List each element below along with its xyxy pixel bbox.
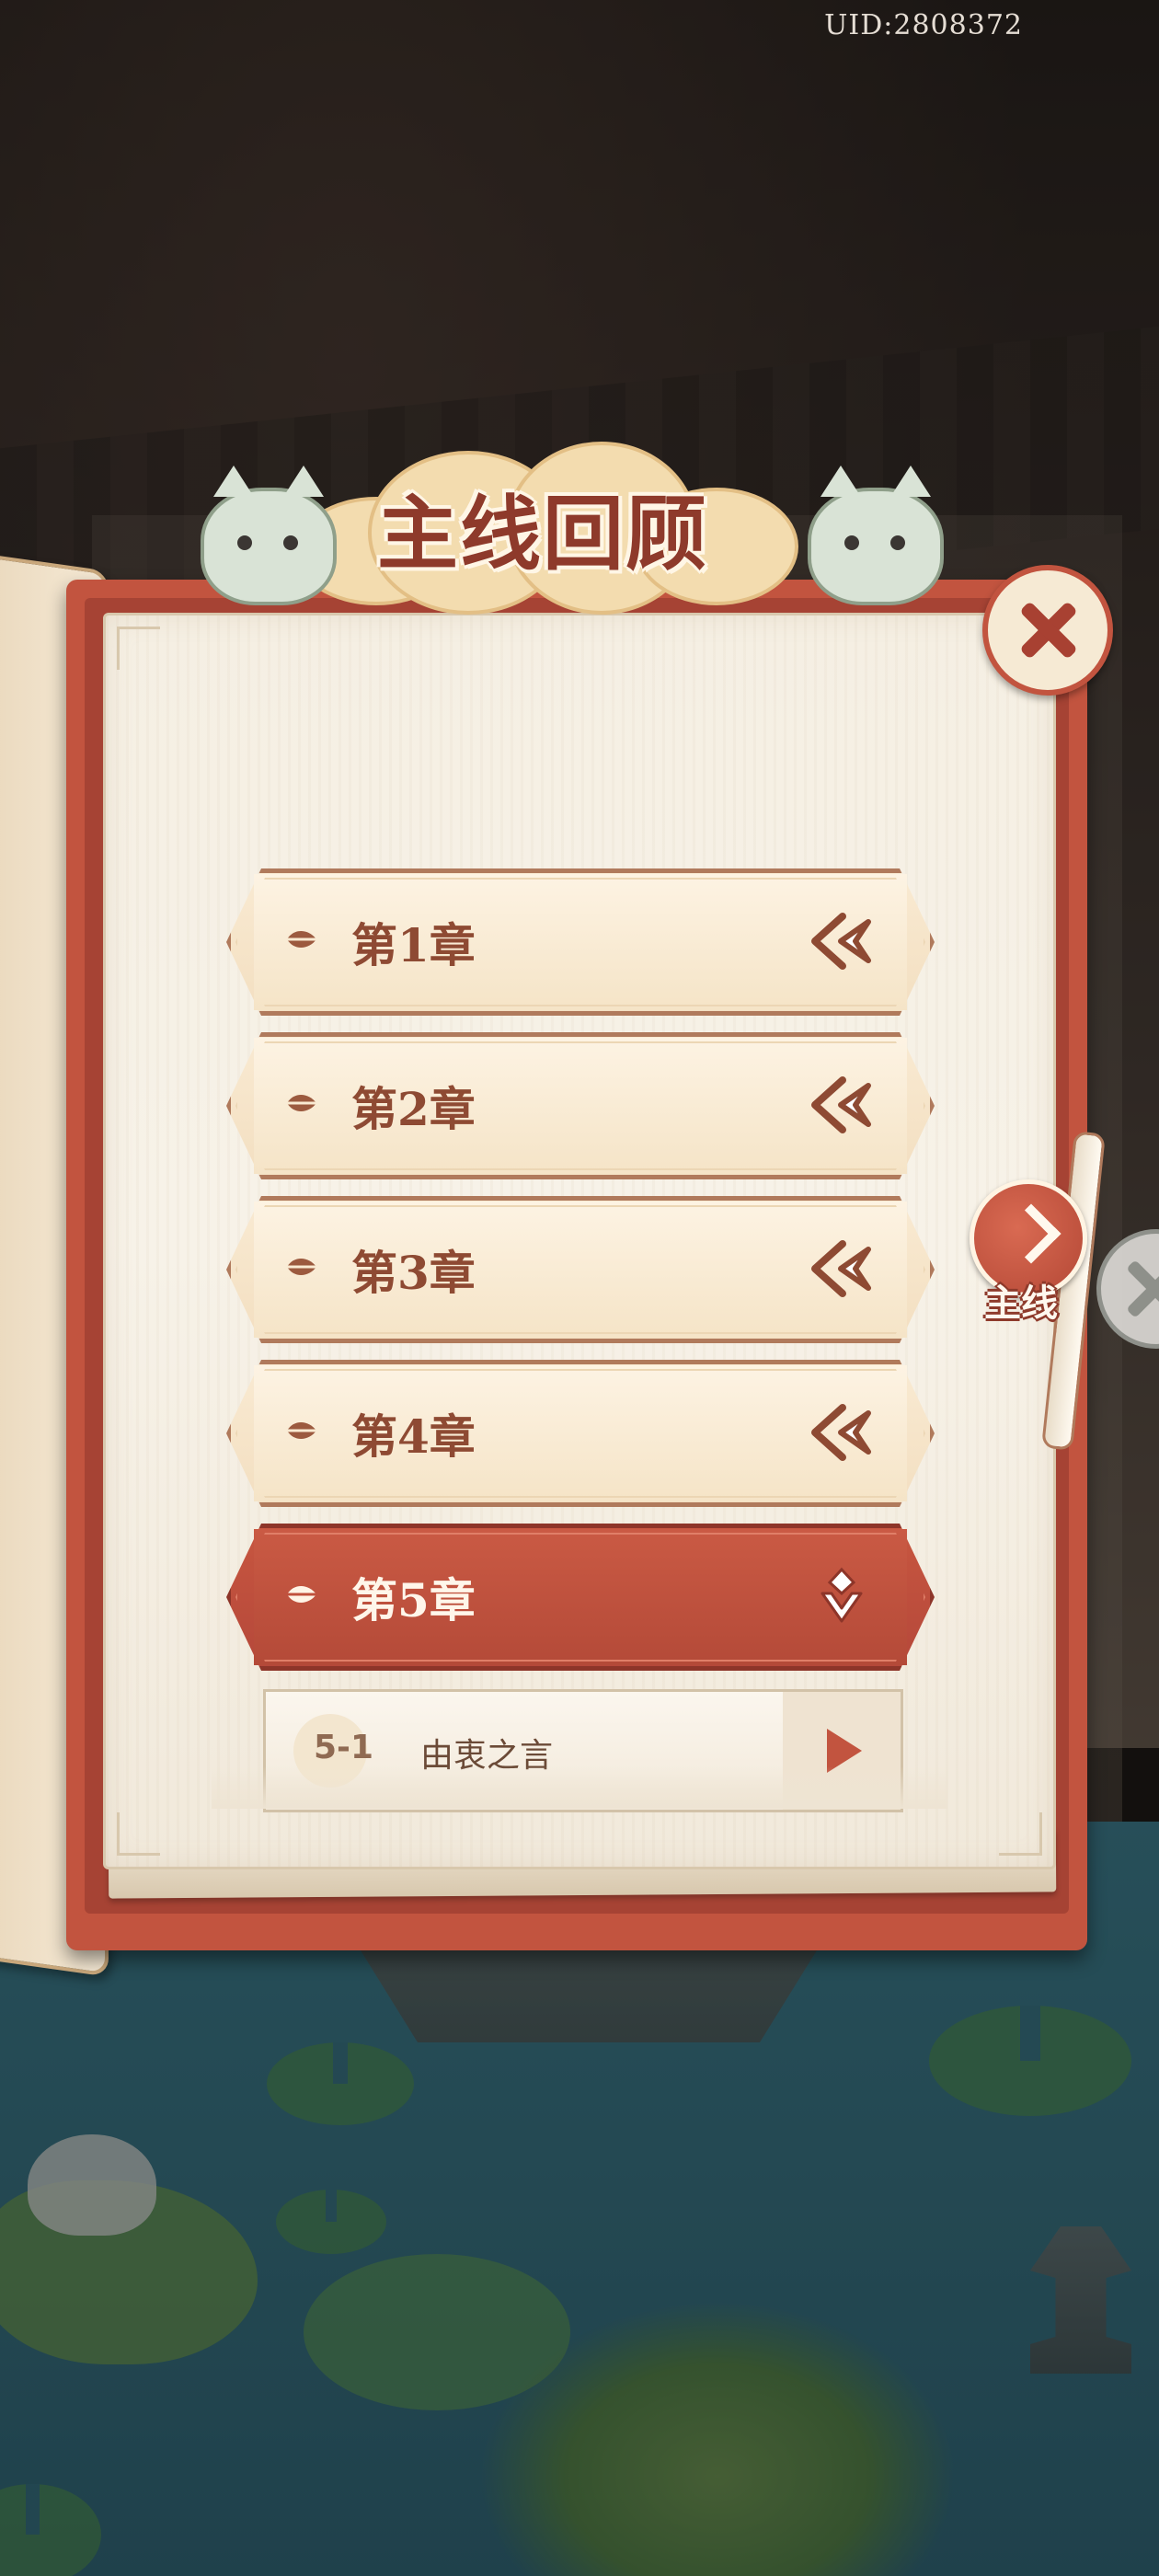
double-chevron-left-icon	[811, 913, 871, 970]
chapter-2-row[interactable]: 第2章	[226, 1032, 935, 1179]
leaf-icon	[287, 1258, 316, 1276]
corner-ornament	[999, 1812, 1042, 1856]
leaf-icon	[287, 1585, 316, 1604]
close-icon	[1019, 602, 1076, 659]
close-button[interactable]	[982, 565, 1113, 696]
chapter-label: 第4章	[351, 1409, 476, 1464]
mascot-eye	[283, 535, 298, 550]
double-chevron-left-icon	[811, 1404, 871, 1461]
chapter-3-row[interactable]: 第3章	[226, 1196, 935, 1343]
main-line-tab[interactable]: 主线	[957, 1131, 1106, 1454]
tab-label: 主线	[984, 1282, 1058, 1325]
leaf-icon	[287, 1094, 316, 1112]
chapter-label: 第1章	[351, 918, 476, 972]
leaf-icon	[287, 930, 316, 949]
chapter-label: 第2章	[351, 1082, 476, 1136]
chapter-1-row[interactable]: 第1章	[226, 868, 935, 1016]
page-title: 主线回顾	[376, 486, 708, 581]
cat-mascot-right	[808, 466, 944, 605]
leaf-icon	[287, 1421, 316, 1440]
cat-mascot-left	[201, 466, 337, 605]
corner-ornament	[117, 1812, 160, 1856]
double-chevron-left-icon	[811, 1240, 871, 1297]
uid-label: UID:2808372	[824, 9, 1023, 41]
mascot-eye	[844, 535, 859, 550]
list-fade	[212, 1766, 947, 1809]
title-banner: 主线回顾	[285, 432, 800, 616]
mascot-eye	[237, 535, 252, 550]
mascot-eye	[890, 535, 905, 550]
chapter-label: 第3章	[351, 1246, 476, 1300]
corner-ornament	[117, 627, 160, 670]
chapter-4-row[interactable]: 第4章	[226, 1360, 935, 1507]
chapter-label: 第5章	[351, 1573, 476, 1627]
stage-number: 5-1	[314, 1729, 374, 1766]
chevron-down-icon	[820, 1567, 863, 1623]
chapter-5-row[interactable]: 第5章	[226, 1524, 935, 1671]
double-chevron-left-icon	[811, 1076, 871, 1133]
